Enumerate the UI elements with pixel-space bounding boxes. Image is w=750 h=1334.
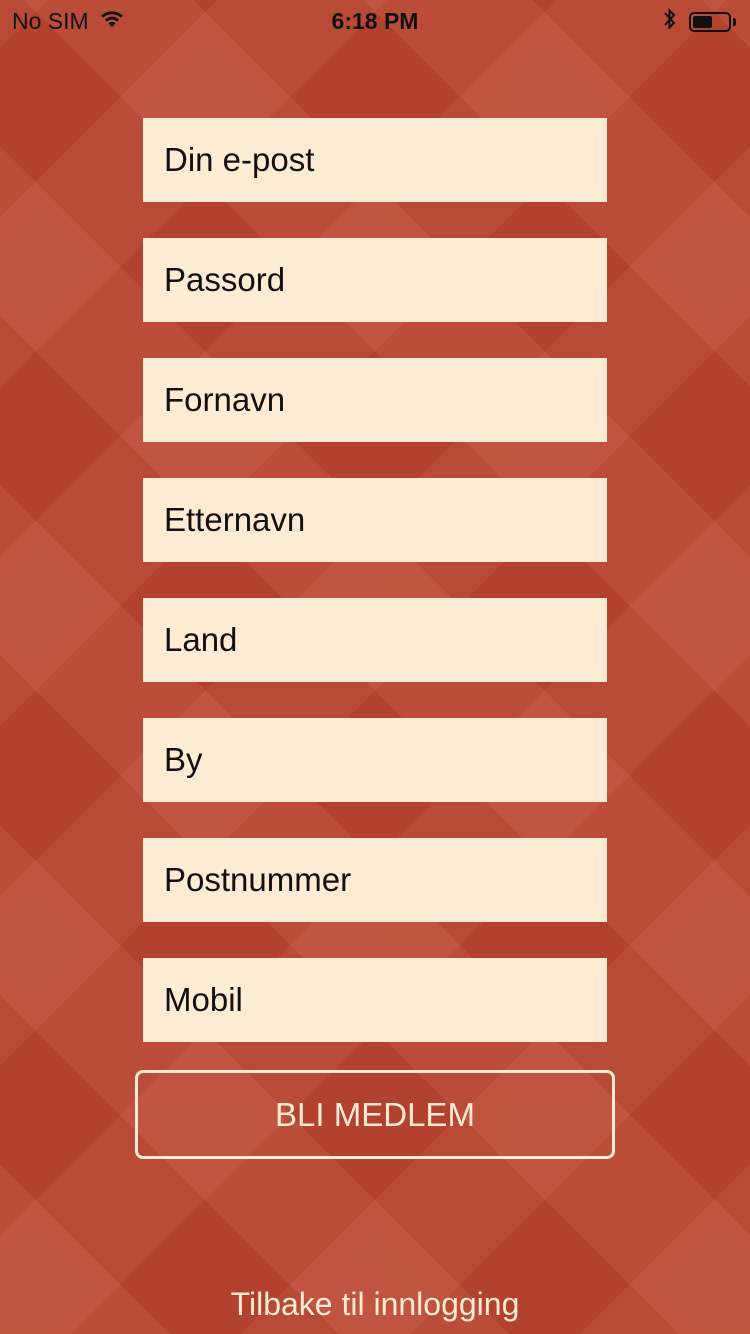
status-time: 6:18 PM (331, 8, 419, 34)
password-field[interactable] (143, 238, 607, 322)
status-bar: No SIM 6:18 PM (0, 0, 750, 40)
bluetooth-icon (663, 7, 677, 37)
back-to-login-link[interactable]: Tilbake til innlogging (0, 1286, 750, 1323)
first-name-field[interactable] (143, 358, 607, 442)
city-input[interactable] (164, 741, 607, 779)
battery-icon (689, 12, 731, 32)
status-right (663, 7, 736, 37)
email-field[interactable] (143, 118, 607, 202)
join-button-label: BLI MEDLEM (275, 1095, 475, 1133)
join-button[interactable]: BLI MEDLEM (135, 1070, 615, 1159)
battery-fill (693, 16, 712, 28)
city-field[interactable] (143, 718, 607, 802)
last-name-input[interactable] (164, 501, 607, 539)
email-input[interactable] (164, 141, 607, 179)
signup-form (143, 118, 607, 1078)
mobile-input[interactable] (164, 981, 607, 1019)
first-name-input[interactable] (164, 381, 607, 419)
postal-code-field[interactable] (143, 838, 607, 922)
last-name-field[interactable] (143, 478, 607, 562)
postal-code-input[interactable] (164, 861, 607, 899)
battery-tip (733, 18, 736, 26)
mobile-field[interactable] (143, 958, 607, 1042)
country-field[interactable] (143, 598, 607, 682)
country-input[interactable] (164, 621, 607, 659)
password-input[interactable] (164, 261, 607, 299)
